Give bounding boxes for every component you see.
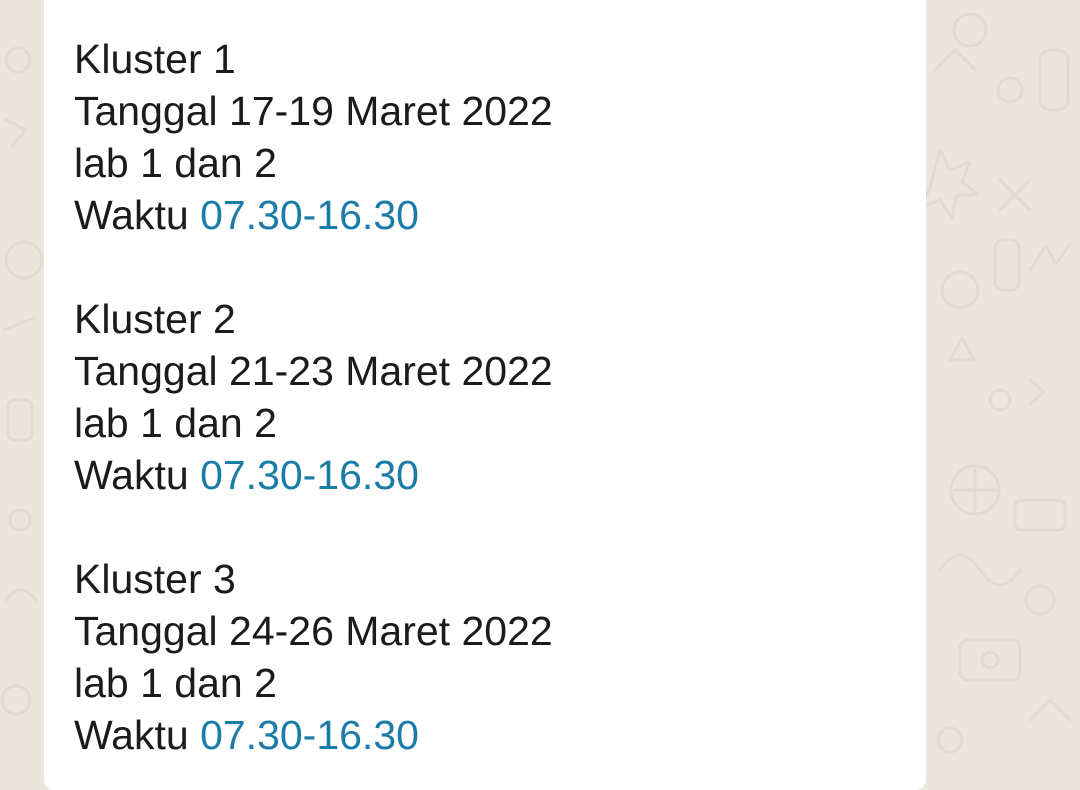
cluster-title: Kluster 3 [74,556,236,602]
time-prefix: Waktu [74,452,201,498]
cluster-title: Kluster 2 [74,296,236,342]
cluster-date: Tanggal 24-26 Maret 2022 [74,608,553,654]
cluster-time-line: Waktu 07.30-16.30 [74,709,553,761]
time-prefix: Waktu [74,712,201,758]
time-link[interactable]: 07.30-16.30 [200,452,419,498]
cluster-lab: lab 1 dan 2 [74,140,277,186]
cluster-block: Kluster 2 Tanggal 21-23 Maret 2022 lab 1… [74,293,553,501]
time-link[interactable]: 07.30-16.30 [200,192,419,238]
cluster-block: Kluster 3 Tanggal 24-26 Maret 2022 lab 1… [74,553,553,761]
time-link[interactable]: 07.30-16.30 [200,712,419,758]
cluster-title: Kluster 1 [74,36,236,82]
cluster-lab: lab 1 dan 2 [74,660,277,706]
cluster-time-line: Waktu 07.30-16.30 [74,189,553,241]
cluster-date: Tanggal 21-23 Maret 2022 [74,348,553,394]
message-text: Kluster 1 Tanggal 17-19 Maret 2022 lab 1… [74,33,553,761]
cluster-time-line: Waktu 07.30-16.30 [74,449,553,501]
cluster-block: Kluster 1 Tanggal 17-19 Maret 2022 lab 1… [74,33,553,241]
time-prefix: Waktu [74,192,201,238]
cluster-lab: lab 1 dan 2 [74,400,277,446]
cluster-date: Tanggal 17-19 Maret 2022 [74,88,553,134]
